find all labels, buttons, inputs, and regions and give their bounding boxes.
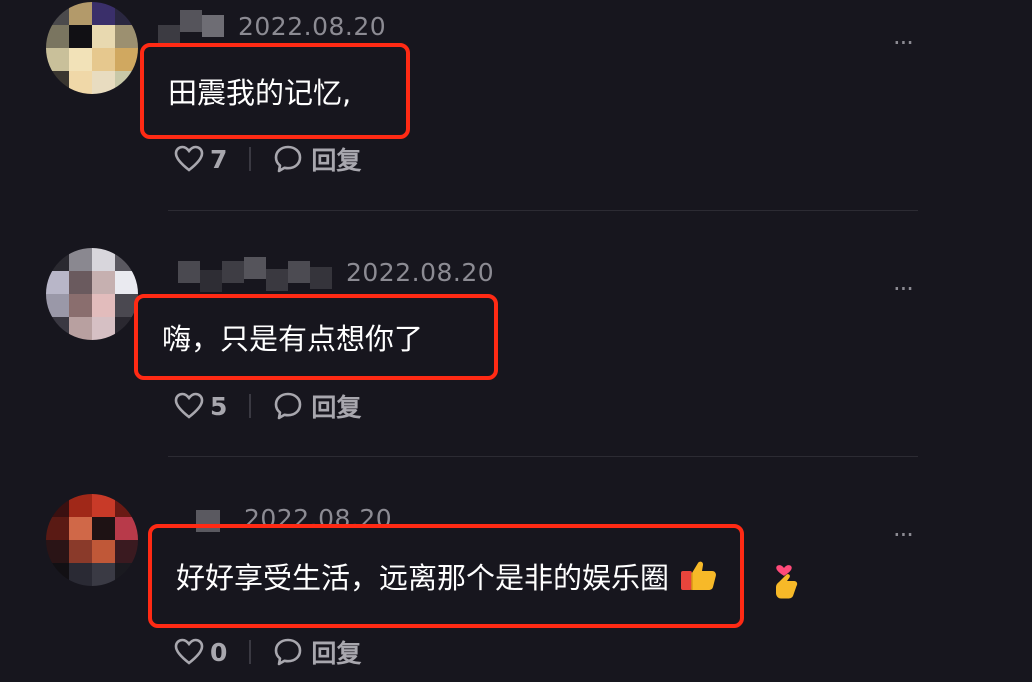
separator	[249, 640, 252, 664]
comment-divider	[168, 456, 918, 457]
thumbs-up-icon	[681, 561, 716, 590]
more-options-icon[interactable]: ···	[893, 523, 914, 547]
reply-label: 回复	[311, 393, 362, 422]
reply-button[interactable]: 回复	[273, 388, 361, 424]
speech-bubble-icon	[275, 638, 302, 666]
comment-item: 2022.08.20 ··· 好好享受生活，远离那个是非的娱乐圈 0 回复	[0, 0, 1032, 668]
comment-text-label: 嗨，只是有点想你了	[162, 322, 424, 356]
comment-date: 2022.08.20	[346, 257, 495, 287]
speech-bubble-icon	[275, 392, 302, 420]
comment-actions: 0 回复	[174, 636, 361, 668]
avatar[interactable]	[46, 494, 138, 586]
comment-text: 嗨，只是有点想你了	[134, 294, 498, 380]
like-count: 0	[210, 637, 228, 667]
comment-text: 好好享受生活，远离那个是非的娱乐圈	[148, 524, 744, 628]
more-options-icon[interactable]: ···	[893, 277, 914, 301]
like-button[interactable]: 0	[174, 638, 227, 667]
heart-icon	[174, 392, 204, 419]
like-count: 5	[210, 391, 228, 421]
username-line: 2022.08.20	[178, 256, 495, 292]
reply-button[interactable]: 回复	[273, 634, 361, 670]
comment-actions: 5 回复	[174, 390, 361, 422]
separator	[249, 394, 252, 418]
thumbs-up-emoji	[679, 558, 719, 594]
reply-label: 回复	[311, 639, 362, 668]
comment-text-label: 好好享受生活，远离那个是非的娱乐圈	[176, 561, 670, 595]
finger-heart-icon	[776, 565, 798, 599]
like-button[interactable]: 5	[174, 392, 227, 421]
finger-heart-emoji	[770, 560, 804, 600]
username-blurred[interactable]	[178, 261, 200, 283]
avatar[interactable]	[46, 248, 138, 340]
heart-icon	[174, 638, 204, 665]
